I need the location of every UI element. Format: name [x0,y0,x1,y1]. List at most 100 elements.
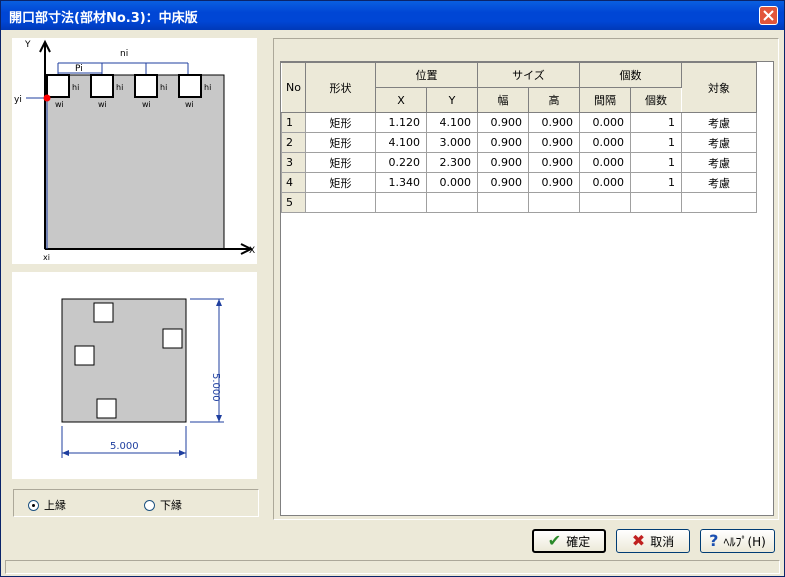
cell-height[interactable]: 0.900 [527,132,580,153]
cancel-button[interactable]: ✖ 取消 [616,529,690,553]
cell-no[interactable]: 3 [281,152,306,173]
cell-x[interactable]: 1.120 [374,112,427,133]
close-button[interactable] [759,6,778,25]
cell-width[interactable]: 0.900 [476,112,529,133]
cell-x[interactable]: 1.340 [374,172,427,193]
opening-2 [90,74,114,98]
cell-no[interactable]: 5 [281,192,306,213]
cell-height[interactable] [527,192,580,213]
cell-no[interactable]: 4 [281,172,306,193]
wi-label-2: wi [98,100,107,109]
cell-shape[interactable]: 矩形 [304,172,376,193]
openings-grid-frame: No 形状 位置 サイズ 個数 対象 X Y 幅 高 間隔 個数 1 矩形 1.… [273,38,779,520]
cell-x[interactable] [374,192,427,213]
wi-label-4: wi [185,100,194,109]
cell-y[interactable] [425,192,478,213]
header-interval: 間隔 [578,87,631,113]
cell-shape[interactable]: 矩形 [304,112,376,133]
cell-y[interactable]: 2.300 [425,152,478,173]
cell-count[interactable]: 1 [629,112,682,133]
cell-count[interactable]: 1 [629,132,682,153]
cell-height[interactable]: 0.900 [527,172,580,193]
header-x: X [374,87,427,113]
openings-grid: No 形状 位置 サイズ 個数 対象 X Y 幅 高 間隔 個数 1 矩形 1.… [280,61,774,516]
cell-target[interactable]: 考慮 [680,112,757,133]
checkmark-icon: ✔ [547,531,562,550]
cell-x[interactable]: 4.100 [374,132,427,153]
cell-no[interactable]: 2 [281,132,306,153]
cell-width[interactable]: 0.900 [476,132,529,153]
cross-icon: ✖ [631,531,646,550]
cell-interval[interactable]: 0.000 [578,112,631,133]
opening-3 [134,74,158,98]
cell-target[interactable]: 考慮 [680,152,757,173]
cell-shape[interactable] [304,192,376,213]
cancel-button-label: 取消 [650,534,675,549]
origin-marker [43,94,51,102]
radio-lower-label: 下縁 [160,499,182,512]
title-bar[interactable]: 開口部寸法(部材No.3)：中床版 [1,1,784,30]
help-button[interactable]: ? ﾍﾙﾌﾟ(H) [700,529,775,553]
radio-lower-edge[interactable]: 下縁 [144,497,182,513]
cell-width[interactable]: 0.900 [476,152,529,173]
cell-x[interactable]: 0.220 [374,152,427,173]
definition-diagram-svg: Y X ni Pi hi hi hi hi wi wi wi wi yi xi [14,39,255,262]
header-shape: 形状 [304,62,376,113]
table-row[interactable]: 1 矩形 1.120 4.100 0.900 0.900 0.000 1 考慮 [281,112,757,133]
cell-count[interactable]: 1 [629,152,682,173]
radio-lower-dot[interactable] [144,499,155,511]
table-row[interactable]: 5 [281,192,757,213]
cell-y[interactable]: 4.100 [425,112,478,133]
wi-label-1: wi [55,100,64,109]
cell-count[interactable] [629,192,682,213]
ok-button-label: 確定 [566,534,591,549]
opening-preview-panel: 5.000 5.000 [12,272,257,479]
cell-height[interactable]: 0.900 [527,152,580,173]
status-bar [5,560,780,574]
preview-opening-2 [162,328,183,349]
width-dimension-label: 5.000 [110,441,139,452]
radio-upper-edge[interactable]: 上縁 [28,497,66,513]
cell-target[interactable]: 考慮 [680,172,757,193]
dialog-window: 開口部寸法(部材No.3)：中床版 Y X ni Pi hi hi hi hi … [0,0,785,577]
cell-count[interactable]: 1 [629,172,682,193]
header-width: 幅 [476,87,529,113]
hi-label-3: hi [160,83,167,92]
cell-interval[interactable]: 0.000 [578,132,631,153]
cell-no[interactable]: 1 [281,112,306,133]
cell-width[interactable]: 0.900 [476,172,529,193]
cell-shape[interactable]: 矩形 [304,152,376,173]
cell-y[interactable]: 3.000 [425,132,478,153]
header-y: Y [425,87,478,113]
cell-target[interactable] [680,192,757,213]
yi-label: yi [14,95,22,105]
radio-upper-label: 上縁 [44,499,66,512]
cell-width[interactable] [476,192,529,213]
slab-rect [44,74,225,250]
cell-target[interactable]: 考慮 [680,132,757,153]
hi-label-2: hi [116,83,123,92]
height-dimension-label: 5.000 [210,373,221,402]
cell-height[interactable]: 0.900 [527,112,580,133]
radio-upper-dot[interactable] [28,499,39,511]
header-size: サイズ [476,62,580,88]
openings-table: No 形状 位置 サイズ 個数 対象 X Y 幅 高 間隔 個数 1 矩形 1.… [281,62,757,213]
window-title: 開口部寸法(部材No.3)：中床版 [9,11,198,26]
table-row[interactable]: 4 矩形 1.340 0.000 0.900 0.900 0.000 1 考慮 [281,172,757,193]
cell-shape[interactable]: 矩形 [304,132,376,153]
cell-interval[interactable] [578,192,631,213]
edge-radio-group: 上縁 下縁 [13,489,259,517]
table-row[interactable]: 3 矩形 0.220 2.300 0.900 0.900 0.000 1 考慮 [281,152,757,173]
header-height: 高 [527,87,580,113]
header-no: No [281,62,306,113]
ni-label: ni [120,49,128,59]
close-icon [763,10,774,21]
ok-button[interactable]: ✔ 確定 [532,529,606,553]
help-button-label: ﾍﾙﾌﾟ(H) [723,534,766,549]
table-row[interactable]: 2 矩形 4.100 3.000 0.900 0.900 0.000 1 考慮 [281,132,757,153]
cell-interval[interactable]: 0.000 [578,152,631,173]
cell-y[interactable]: 0.000 [425,172,478,193]
opening-4 [178,74,202,98]
pi-label: Pi [75,64,83,74]
cell-interval[interactable]: 0.000 [578,172,631,193]
